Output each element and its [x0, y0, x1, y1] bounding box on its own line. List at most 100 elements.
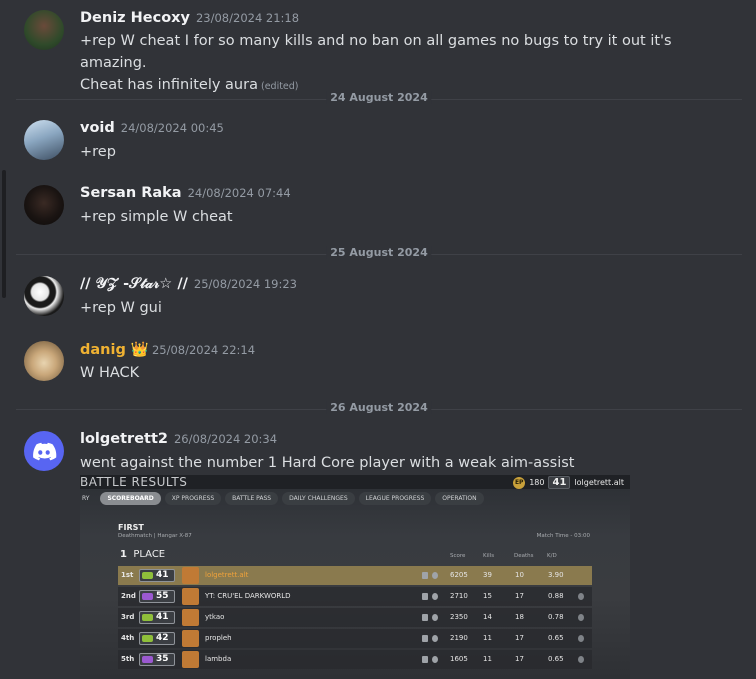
- player-avatar: [182, 567, 199, 584]
- rank-emblem-icon: [142, 614, 153, 621]
- tab-daily-challenges[interactable]: DAILY CHALLENGES: [282, 492, 355, 505]
- author-name[interactable]: void: [80, 120, 115, 136]
- message-text: +rep W gui: [80, 300, 162, 316]
- add-friend-icon[interactable]: [578, 656, 584, 663]
- battle-results-title: BATTLE RESULTS: [80, 475, 188, 489]
- scrollbar[interactable]: [2, 170, 6, 298]
- deaths: 10: [515, 571, 524, 579]
- match-time: Match Time - 03:00: [536, 533, 590, 539]
- author-name[interactable]: Deniz Hecoxy: [80, 10, 190, 26]
- player-level: 41: [156, 612, 169, 622]
- rank-icon: [432, 614, 438, 621]
- tab-scoreboard[interactable]: SCOREBOARD: [100, 492, 161, 505]
- match-mode: Deathmatch | Hangar X-87: [118, 533, 192, 539]
- player-name[interactable]: YT: CRU'EL DARKWORLD: [205, 592, 291, 600]
- deaths: 17: [515, 655, 524, 663]
- timestamp: 25/08/2024 19:23: [193, 277, 298, 291]
- scoreboard-row[interactable]: 2nd 55 YT: CRU'EL DARKWORLD 2710 15 17 0.88: [118, 587, 592, 606]
- add-friend-icon[interactable]: [578, 614, 584, 621]
- place-header: 1 PLACE: [120, 549, 165, 560]
- player-name[interactable]: lambda: [205, 655, 231, 663]
- add-friend-icon[interactable]: [578, 635, 584, 642]
- avatar[interactable]: [24, 341, 64, 381]
- scoreboard-row[interactable]: 3rd 41 ytkao 2350 14 18 0.78: [118, 608, 592, 627]
- author-line: void 24/08/2024 00:45: [80, 120, 224, 136]
- add-friend-icon[interactable]: [578, 593, 584, 600]
- level-badge: 42: [139, 632, 175, 645]
- level-badge: 35: [139, 653, 175, 666]
- date-divider-label: 24 August 2024: [326, 91, 432, 104]
- col-deaths: Deaths: [514, 553, 534, 559]
- tab-league-progress[interactable]: LEAGUE PROGRESS: [358, 492, 432, 505]
- author-name[interactable]: lolgetrett2: [80, 431, 168, 447]
- avatar[interactable]: [24, 276, 64, 316]
- avatar[interactable]: [24, 10, 64, 50]
- shield-icon: [422, 635, 428, 642]
- player-name[interactable]: propleh: [205, 634, 232, 642]
- scoreboard-row[interactable]: 5th 35 lambda 1605 11 17 0.65: [118, 650, 592, 669]
- tab-xp-progress[interactable]: XP PROGRESS: [164, 492, 222, 505]
- rank-emblem-icon: [142, 593, 153, 600]
- crown-icon: 👑: [130, 342, 149, 358]
- kills: 39: [483, 571, 492, 579]
- tab-summary[interactable]: RY: [80, 492, 96, 505]
- kills: 14: [483, 613, 492, 621]
- rank-emblem-icon: [142, 656, 153, 663]
- score: 6205: [450, 571, 468, 579]
- scoreboard-row[interactable]: 1st 41 lolgetrett.alt 6205 39 10 3.90: [118, 566, 592, 585]
- place-label: PLACE: [133, 549, 166, 560]
- deaths: 18: [515, 613, 524, 621]
- tab-operation[interactable]: OPERATION: [435, 492, 484, 505]
- place-number: 1: [120, 549, 127, 560]
- tab-battle-pass[interactable]: BATTLE PASS: [225, 492, 279, 505]
- player-name[interactable]: lolgetrett.alt: [205, 571, 248, 579]
- kills: 15: [483, 592, 492, 600]
- rank-emblem-icon: [142, 635, 153, 642]
- kd-ratio: 0.88: [548, 592, 564, 600]
- player-avatar: [182, 609, 199, 626]
- timestamp: 24/08/2024 00:45: [120, 121, 224, 135]
- kills: 11: [483, 655, 492, 663]
- avatar[interactable]: [24, 185, 64, 225]
- rank-emblem-icon: [142, 572, 153, 579]
- score: 2190: [450, 634, 468, 642]
- player-level: 41: [156, 570, 169, 580]
- shield-icon: [422, 572, 428, 579]
- player-level: 55: [156, 591, 169, 601]
- scoreboard-row[interactable]: 4th 42 propleh 2190 11 17 0.65: [118, 629, 592, 648]
- author-name[interactable]: Sersan Raka: [80, 185, 182, 201]
- message-text: +rep: [80, 144, 116, 160]
- score: 1605: [450, 655, 468, 663]
- currency-coin-icon: EP: [513, 476, 526, 489]
- discord-logo-icon[interactable]: [24, 431, 64, 471]
- author-line: // 𝒴𝒵 -𝒮𝓉𝒶𝓇☆ // 25/08/2024 19:23: [80, 276, 297, 292]
- player-info: EP 180 41 lolgetrett.alt: [513, 476, 624, 489]
- currency-amount: 180: [529, 478, 545, 487]
- rank-icon: [432, 572, 438, 579]
- player-level: 35: [156, 654, 169, 664]
- date-divider: 25 August 2024: [16, 246, 742, 259]
- avatar[interactable]: [24, 120, 64, 160]
- author-line: danig 👑 25/08/2024 22:14: [80, 341, 255, 358]
- kd-ratio: 0.65: [548, 655, 564, 663]
- message-line: +rep W cheat I for so many kills and no …: [80, 33, 672, 71]
- results-tabs: RY SCOREBOARD XP PROGRESS BATTLE PASS DA…: [80, 492, 484, 505]
- player-avatar: [182, 630, 199, 647]
- player-name[interactable]: ytkao: [205, 613, 224, 621]
- author-line: lolgetrett2 26/08/2024 20:34: [80, 431, 277, 447]
- author-name[interactable]: // 𝒴𝒵 -𝒮𝓉𝒶𝓇☆ //: [80, 276, 188, 292]
- rank: 1st: [121, 571, 134, 579]
- kills: 11: [483, 634, 492, 642]
- date-divider-label: 26 August 2024: [326, 401, 432, 414]
- attached-image[interactable]: BATTLE RESULTS EP 180 41 lolgetrett.alt …: [80, 475, 630, 679]
- rank: 4th: [121, 634, 135, 642]
- date-divider: 26 August 2024: [16, 401, 742, 414]
- shield-icon: [422, 656, 428, 663]
- kd-ratio: 3.90: [548, 571, 564, 579]
- rank: 2nd: [121, 592, 136, 600]
- rank: 3rd: [121, 613, 135, 621]
- author-name[interactable]: danig: [80, 342, 126, 358]
- result-label: FIRST: [118, 523, 144, 532]
- deaths: 17: [515, 634, 524, 642]
- level-badge: 41: [548, 476, 571, 489]
